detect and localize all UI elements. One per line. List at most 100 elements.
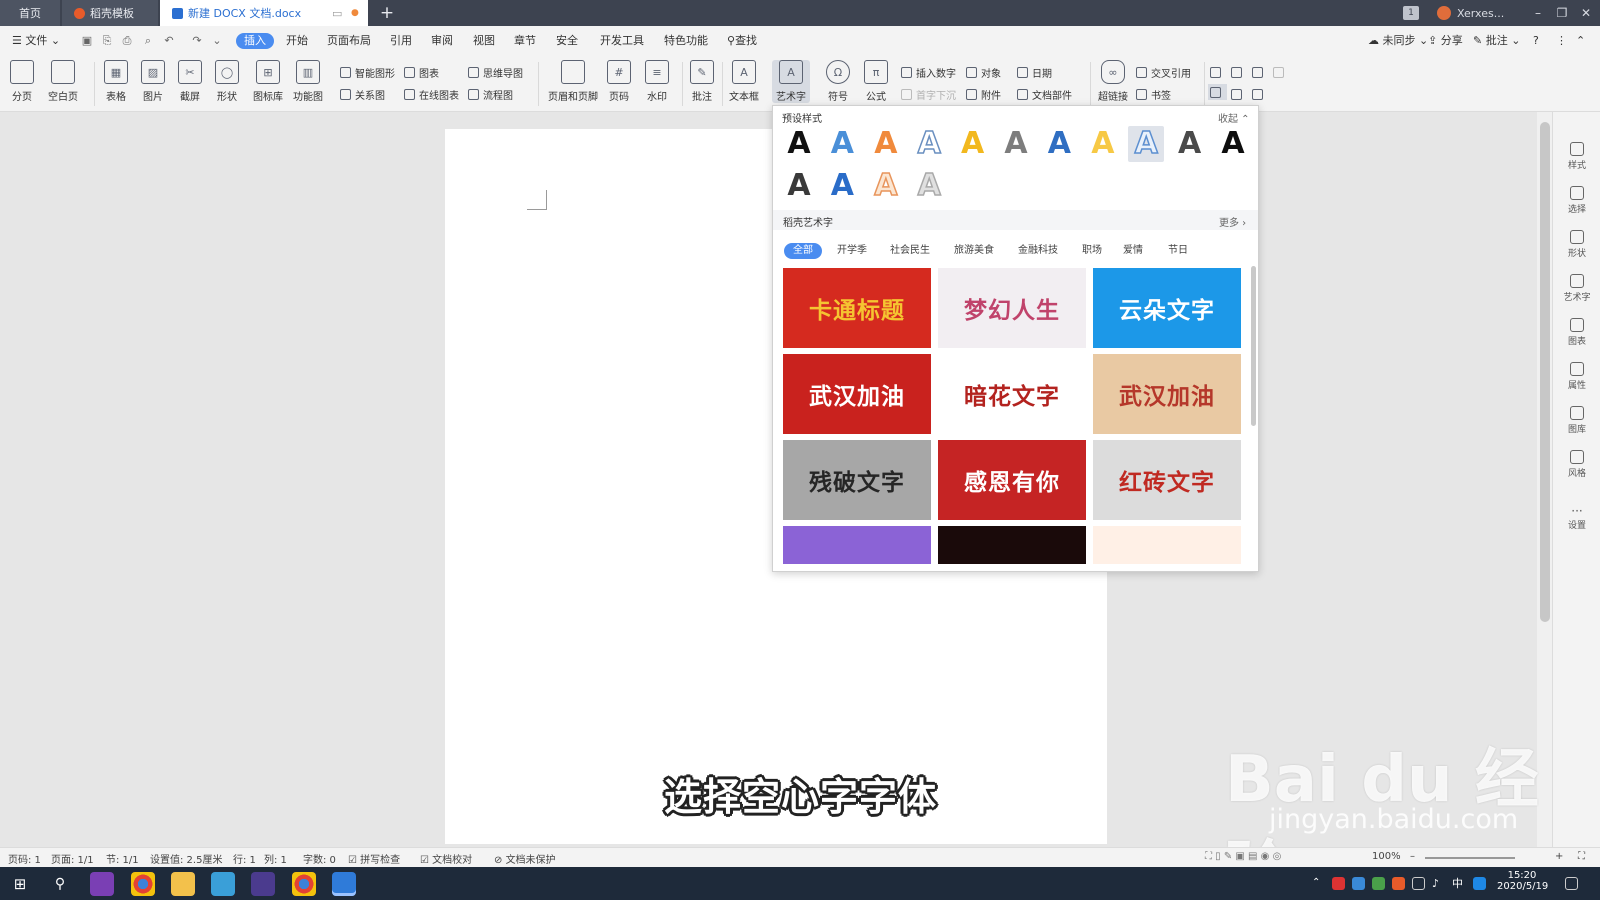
zoom-in-icon[interactable]: +	[1555, 851, 1563, 862]
search-icon[interactable]: ⚲	[48, 872, 72, 896]
menu-special[interactable]: 特色功能	[664, 33, 708, 49]
wordart-preset-9[interactable]: A	[1128, 125, 1165, 162]
wordart-template-card[interactable]	[1093, 526, 1241, 564]
layout-option-6-icon[interactable]	[1231, 86, 1246, 102]
menu-home[interactable]: 开始	[286, 33, 308, 49]
tray-app-icon[interactable]	[1372, 877, 1385, 890]
wordart-template-card[interactable]	[938, 526, 1086, 564]
ime-indicator[interactable]: 中	[1452, 877, 1465, 890]
wordart-preset-13[interactable]: A	[824, 168, 860, 204]
tab-template[interactable]: 稻壳模板	[62, 0, 158, 26]
wordart-preset-7[interactable]: A	[1041, 126, 1077, 162]
onenote-icon[interactable]	[90, 872, 114, 896]
panel-scrollbar[interactable]	[1251, 266, 1256, 426]
menu-security[interactable]: 安全	[556, 33, 578, 49]
spell-check-button[interactable]: ☑ 拼写检查	[348, 851, 400, 866]
textbox-button[interactable]: A 文本框	[729, 60, 759, 103]
wordart-preset-6[interactable]: A	[998, 126, 1034, 162]
redo-icon[interactable]: ↷	[190, 34, 204, 48]
wordart-preset-2[interactable]: A	[824, 126, 860, 162]
account-button[interactable]: Xerxes...	[1437, 0, 1504, 26]
drop-cap-button[interactable]: 首字下沉	[901, 86, 956, 102]
icon-library-button[interactable]: ⊞ 图标库	[253, 60, 283, 103]
collapse-button[interactable]: 收起 ⌃	[1218, 110, 1250, 125]
wordart-preset-4[interactable]: A	[911, 125, 947, 162]
layout-option-7-icon[interactable]	[1252, 86, 1267, 102]
layout-option-1-icon[interactable]	[1210, 64, 1225, 80]
bookmark-button[interactable]: 书签	[1136, 86, 1171, 102]
page-number-button[interactable]: # 页码	[607, 60, 631, 103]
wordart-template-card[interactable]: 感恩有你	[938, 440, 1086, 520]
tray-app-icon[interactable]	[1473, 877, 1486, 890]
save-icon[interactable]: ▣	[80, 34, 94, 48]
hyperlink-button[interactable]: ∞ 超链接	[1098, 60, 1128, 103]
collapse-ribbon-icon[interactable]: ⌃	[1576, 33, 1585, 49]
minimize-button[interactable]: –	[1525, 0, 1551, 26]
tab-document[interactable]: 新建 DOCX 文档.docx ▭ ●	[160, 0, 368, 26]
help-button[interactable]: ?	[1533, 33, 1539, 49]
volume-icon[interactable]: ♪	[1432, 877, 1445, 890]
chart-button[interactable]: 图表	[404, 64, 439, 80]
network-icon[interactable]	[1412, 877, 1425, 890]
tray-expand-icon[interactable]: ⌃	[1312, 877, 1325, 890]
rail-wordart[interactable]: 艺术字	[1553, 274, 1600, 303]
relation-chart-button[interactable]: 关系图	[340, 86, 385, 102]
category-love[interactable]: 爱情	[1123, 243, 1143, 259]
mind-map-button[interactable]: 思维导图	[468, 64, 523, 80]
status-pages[interactable]: 页面: 1/1	[51, 851, 94, 866]
category-workplace[interactable]: 职场	[1082, 243, 1102, 259]
watermark-button[interactable]: ≡ 水印	[645, 60, 669, 103]
wordart-template-card[interactable]: 武汉加油	[1093, 354, 1241, 434]
menu-chapter[interactable]: 章节	[514, 33, 536, 49]
category-finance-tech[interactable]: 金融科技	[1018, 243, 1058, 259]
share-button[interactable]: ⇪ 分享	[1428, 33, 1463, 49]
sync-button[interactable]: ☁ 未同步 ⌄	[1368, 33, 1428, 49]
page-break-button[interactable]: 分页	[10, 60, 34, 103]
formula-button[interactable]: π 公式	[864, 60, 888, 103]
header-footer-button[interactable]: 页眉和页脚	[548, 60, 598, 103]
category-all[interactable]: 全部	[784, 243, 822, 259]
file-explorer-icon[interactable]	[171, 872, 195, 896]
screenshot-button[interactable]: ✂ 截屏	[178, 60, 202, 103]
view-mode-icons[interactable]: ⛶ ▯ ✎ ▣ ▤ ◉ ◎	[1205, 851, 1281, 862]
wordart-preset-8[interactable]: A	[1085, 126, 1121, 162]
category-society[interactable]: 社会民生	[890, 243, 930, 259]
insert-number-button[interactable]: 插入数字	[901, 64, 956, 80]
tray-app-icon[interactable]	[1392, 877, 1405, 890]
menu-references[interactable]: 引用	[390, 33, 412, 49]
cross-reference-button[interactable]: 交叉引用	[1136, 64, 1191, 80]
scroll-thumb[interactable]	[1540, 122, 1550, 622]
print-preview-icon[interactable]: ⌕	[141, 34, 155, 48]
wordart-template-card[interactable]: 暗花文字	[938, 354, 1086, 434]
flowchart-button[interactable]: 流程图	[468, 86, 513, 102]
wordart-preset-15[interactable]: A	[911, 167, 947, 204]
comment-button[interactable]: ✎ 批注 ⌄	[1473, 33, 1520, 49]
layout-option-4-icon[interactable]	[1273, 64, 1288, 80]
app-icon[interactable]	[211, 872, 235, 896]
rail-settings[interactable]: ··· 设置	[1553, 504, 1600, 531]
tab-home[interactable]: 首页	[0, 0, 60, 26]
rail-select[interactable]: 选择	[1553, 186, 1600, 215]
wps-writer-icon[interactable]	[332, 872, 356, 896]
fullscreen-icon[interactable]: ⛶	[1578, 851, 1585, 862]
wordart-preset-3[interactable]: A	[868, 126, 904, 162]
chrome-icon[interactable]	[131, 872, 155, 896]
table-button[interactable]: ▦ 表格	[104, 60, 128, 103]
print-icon[interactable]: ⎙	[120, 34, 134, 48]
wordart-template-card[interactable]: 卡通标题	[783, 268, 931, 348]
menu-insert[interactable]: 插入	[236, 33, 274, 49]
shape-button[interactable]: ◯ 形状	[215, 60, 239, 103]
category-school[interactable]: 开学季	[837, 243, 867, 259]
layout-option-2-icon[interactable]	[1231, 64, 1246, 80]
wordart-preset-10[interactable]: A	[1172, 126, 1208, 162]
doc-protection-button[interactable]: ⊘ 文档未保护	[494, 851, 556, 866]
new-tab-button[interactable]: +	[376, 2, 398, 24]
clock[interactable]: 15:20 2020/5/19	[1497, 870, 1548, 892]
media-player-icon[interactable]	[251, 872, 275, 896]
wordart-preset-5[interactable]: A	[955, 126, 991, 162]
search-button[interactable]: ⚲查找	[727, 33, 757, 49]
attachment-button[interactable]: 附件	[966, 86, 1001, 102]
notification-icon[interactable]	[1565, 877, 1578, 890]
layout-option-3-icon[interactable]	[1252, 64, 1267, 80]
doc-parts-button[interactable]: 文档部件	[1017, 86, 1072, 102]
